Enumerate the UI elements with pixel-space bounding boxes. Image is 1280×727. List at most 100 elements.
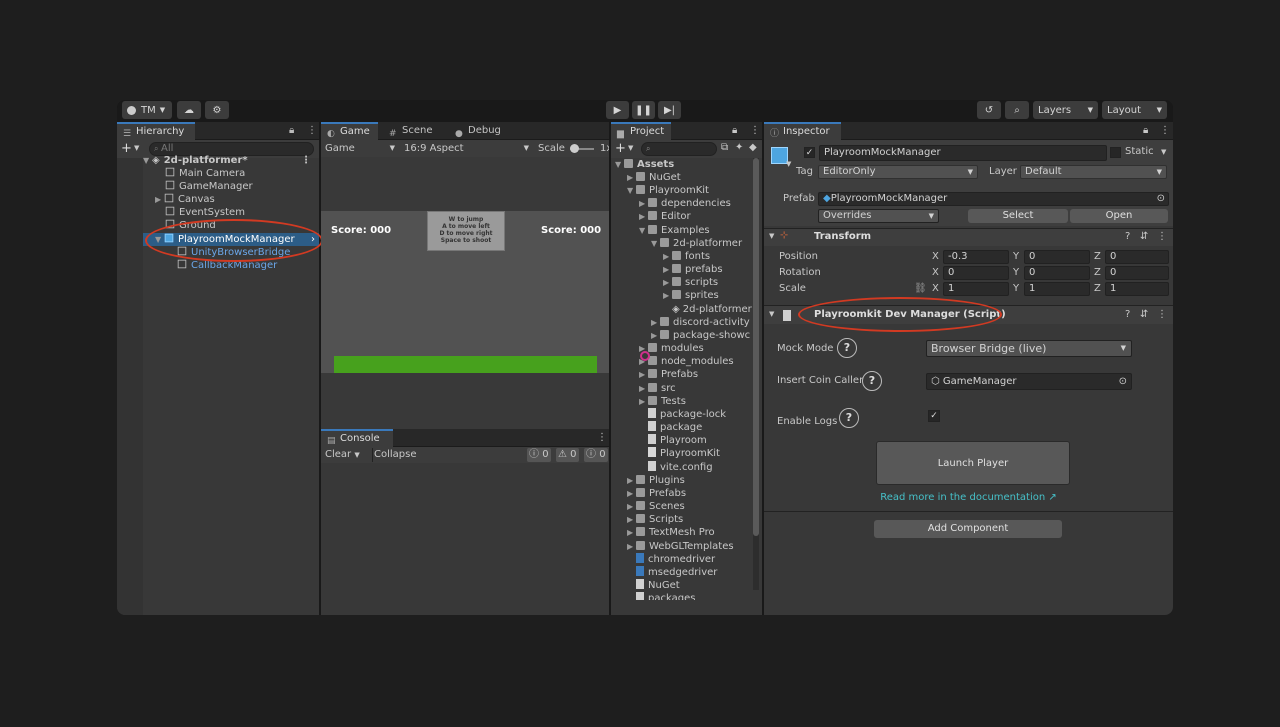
project-item[interactable]: ▼ PlayroomKit [627,184,709,197]
hierarchy-item-main-camera[interactable]: Main Camera [165,167,245,180]
mock-mode-dropdown[interactable]: Browser Bridge (live) ▼ [926,340,1132,357]
project-item[interactable]: ▶ node_modules [639,355,734,368]
static-checkbox[interactable] [1110,147,1121,158]
project-item[interactable]: vite.config [648,461,713,474]
project-item[interactable]: ▼ Examples [639,224,710,237]
add-component-button[interactable]: Add Component [874,520,1062,538]
hierarchy-item-gamemanager[interactable]: GameManager [165,180,253,193]
log-count[interactable]: ⓘ 0 [584,448,608,462]
project-item[interactable]: ▶ Tests [639,395,686,408]
more-icon[interactable]: ⋮ [301,154,311,167]
game-view[interactable]: Score: 000 Score: 000 W to jump A to mov… [321,211,609,373]
filter-icon[interactable]: ⧉ [721,142,728,153]
tab-project[interactable]: ▆ Project [611,122,671,140]
project-item[interactable]: ▶ src [639,382,676,395]
help-icon[interactable]: ? [1125,309,1130,320]
insert-coin-field[interactable]: ⬡ GameManager ⊙ [926,373,1132,390]
gameobject-name-field[interactable]: PlayroomMockManager [819,145,1107,161]
scale-z-field[interactable]: 1 [1105,282,1169,296]
project-item[interactable]: ▶ Editor [639,210,691,223]
scale-x-field[interactable]: 1 [943,282,1009,296]
project-item[interactable]: ▶ WebGLTemplates [627,540,734,553]
lock-icon[interactable]: 🔒︎ [732,125,737,136]
project-item[interactable]: ▶ prefabs [663,263,723,276]
project-item[interactable]: ▶ fonts [663,250,710,263]
project-search-input[interactable]: ⌕ [641,142,717,156]
scene-row[interactable]: ▼ ◈ 2d-platformer* ⋮ [143,154,319,167]
open-button[interactable]: Open [1070,209,1168,223]
project-item[interactable]: package [648,421,702,434]
scale-y-field[interactable]: 1 [1024,282,1090,296]
project-scrollbar[interactable] [753,158,759,590]
project-item[interactable]: ▶ Plugins [627,474,685,487]
project-item[interactable]: ▶ NuGet [627,171,681,184]
tab-scene[interactable]: # Scene [383,122,441,140]
project-item[interactable]: msedgedriver [636,566,717,579]
layers-dropdown[interactable]: Layers ▼ [1033,101,1098,119]
launch-player-button[interactable]: Launch Player [876,441,1070,485]
display-dropdown[interactable]: Game ▼ [325,142,397,155]
rotation-z-field[interactable]: 0 [1105,266,1169,280]
help-icon[interactable]: ? [837,338,857,358]
label-icon[interactable]: ◆ [749,142,757,153]
tab-inspector[interactable]: ⓘ Inspector [764,122,841,140]
project-item[interactable]: package-lock [648,408,726,421]
more-icon[interactable]: ⋮ [1160,125,1170,136]
link-icon[interactable]: ⛓ [914,283,927,294]
project-item[interactable]: ▶ scripts [663,276,718,289]
transform-header[interactable]: ▼ ⊹ Transform ? ⇵ ⋮ [764,228,1173,246]
tab-hierarchy[interactable]: ☰ Hierarchy [117,122,195,140]
cloud-icon[interactable]: ☁ [177,101,201,119]
prefab-field[interactable]: ◆PlayroomMockManager ⊙ [818,192,1169,206]
chevron-down-icon[interactable]: ▼ [134,144,139,152]
project-item[interactable]: ▶ Scenes [627,500,685,513]
history-icon[interactable]: ↺ [977,101,1001,119]
overrides-dropdown[interactable]: Overrides ▼ [818,209,939,223]
project-item[interactable]: ▶ package-showc [651,329,750,342]
preset-icon[interactable]: ⇵ [1140,231,1148,242]
tab-console[interactable]: ▤ Console [321,429,393,447]
active-checkbox[interactable]: ✓ [804,147,815,158]
clear-button[interactable]: Clear ▼ [325,448,360,462]
scale-slider[interactable] [570,144,594,153]
object-picker-icon[interactable]: ⊙ [1157,193,1165,205]
project-item[interactable]: ▶ Prefabs [639,368,698,381]
hierarchy-item-eventsystem[interactable]: EventSystem [165,206,245,219]
position-y-field[interactable]: 0 [1024,250,1090,264]
documentation-link[interactable]: Read more in the documentation ↗ [764,492,1173,503]
chevron-down-icon[interactable]: ▼ [1161,148,1166,156]
more-icon[interactable]: ⋮ [1157,231,1167,242]
collapse-toggle[interactable]: Collapse [372,448,417,462]
help-icon[interactable]: ? [839,408,859,428]
more-icon[interactable]: ⋮ [1157,309,1167,320]
help-icon[interactable]: ? [1125,231,1130,242]
add-icon[interactable]: + [121,141,132,156]
object-picker-icon[interactable]: ⊙ [1119,374,1127,389]
hierarchy-item-canvas[interactable]: ▶ Canvas [155,193,215,206]
collab-settings-icon[interactable]: ⚙ [205,101,229,119]
project-item[interactable]: ▶ Prefabs [627,487,686,500]
lock-icon[interactable]: 🔒︎ [1143,125,1148,136]
project-item-assets[interactable]: ▼ Assets [615,158,674,171]
project-item[interactable]: NuGet [636,579,680,592]
project-item[interactable]: ◈ 2d-platformer [672,303,752,316]
rotation-y-field[interactable]: 0 [1024,266,1090,280]
tag-dropdown[interactable]: EditorOnly ▼ [818,165,978,179]
search-icon[interactable]: ⌕ [1005,101,1029,119]
position-x-field[interactable]: -0.3 [943,250,1009,264]
chevron-down-icon[interactable]: ▼ [628,144,633,152]
play-button[interactable]: ▶ [606,101,629,119]
project-item[interactable]: ▶ discord-activity [651,316,750,329]
project-item[interactable]: Playroom [648,434,707,447]
project-item[interactable]: ▶ sprites [663,289,719,302]
project-item[interactable]: PlayroomKit [648,447,720,460]
tab-game[interactable]: ◐ Game [321,122,378,140]
project-item[interactable]: ▶ Scripts [627,513,683,526]
tab-debug[interactable]: ● Debug [449,122,509,140]
more-icon[interactable]: ⋮ [307,125,317,136]
add-icon[interactable]: + [615,141,626,156]
rotation-x-field[interactable]: 0 [943,266,1009,280]
more-icon[interactable]: ⋮ [750,125,760,136]
preset-icon[interactable]: ⇵ [1140,309,1148,320]
layer-dropdown[interactable]: Default ▼ [1020,165,1167,179]
